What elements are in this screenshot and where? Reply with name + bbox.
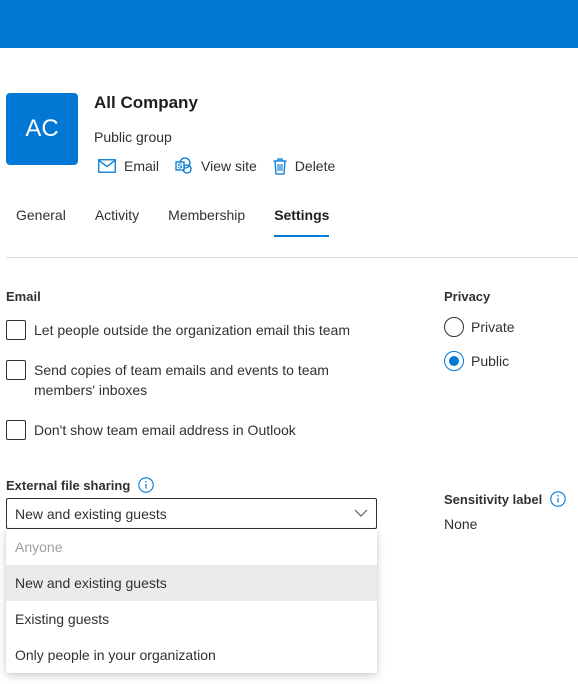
checkbox[interactable] — [6, 320, 26, 340]
view-site-action-button[interactable]: S View site — [175, 157, 257, 175]
sharepoint-icon: S — [175, 157, 192, 174]
avatar-initials: AC — [25, 115, 59, 142]
group-actions: Email S View site Delete — [98, 156, 351, 176]
radio-button[interactable] — [444, 351, 464, 371]
external-sharing-label: External file sharing — [6, 477, 155, 493]
menu-option-anyone: Anyone — [15, 539, 63, 555]
radio-label: Private — [471, 319, 515, 335]
info-icon[interactable] — [138, 477, 155, 493]
tab-settings[interactable]: Settings — [274, 207, 330, 237]
menu-option-new-and-existing-guests[interactable]: New and existing guests — [6, 565, 377, 601]
dropdown-selected-value: New and existing guests — [15, 505, 167, 522]
mail-icon — [98, 159, 116, 173]
privacy-option-private[interactable]: Private — [444, 317, 515, 337]
tab-general[interactable]: General — [16, 207, 66, 237]
checkbox-label: Let people outside the organization emai… — [34, 322, 350, 338]
group-name: All Company — [94, 93, 198, 112]
group-type: Public group — [94, 129, 172, 145]
email-section-title: Email — [6, 289, 41, 304]
checkbox-label: Send copies of team emails and events to… — [34, 362, 329, 398]
radio-button[interactable] — [444, 317, 464, 337]
sensitivity-label: Sensitivity label — [444, 491, 567, 507]
checkbox[interactable] — [6, 360, 26, 380]
svg-text:S: S — [178, 164, 183, 171]
privacy-section-title: Privacy — [444, 289, 491, 304]
delete-action-label: Delete — [294, 158, 336, 174]
tab-activity[interactable]: Activity — [95, 207, 139, 237]
email-option-hide-address[interactable]: Don't show team email address in Outlook — [6, 420, 354, 440]
radio-label: Public — [471, 353, 510, 369]
chevron-down-icon — [354, 509, 368, 517]
external-sharing-title: External file sharing — [6, 477, 131, 493]
sensitivity-value: None — [444, 516, 478, 532]
view-site-action-label: View site — [201, 158, 257, 174]
external-sharing-dropdown[interactable]: New and existing guests — [6, 498, 377, 529]
tabs-divider — [6, 257, 578, 258]
menu-option-existing-guests[interactable]: Existing guests — [6, 601, 377, 637]
delete-action-button[interactable]: Delete — [273, 157, 336, 175]
external-sharing-menu: Anyone New and existing guests Existing … — [6, 529, 377, 673]
email-option-outside[interactable]: Let people outside the organization emai… — [6, 320, 354, 340]
email-action-button[interactable]: Email — [98, 158, 159, 174]
info-icon[interactable] — [550, 491, 567, 507]
settings-tabs: General Activity Membership Settings — [16, 207, 358, 237]
sensitivity-title: Sensitivity label — [444, 491, 543, 507]
top-bar — [0, 0, 578, 48]
checkbox-label: Don't show team email address in Outlook — [34, 422, 296, 438]
tab-membership[interactable]: Membership — [168, 207, 245, 237]
privacy-option-public[interactable]: Public — [444, 351, 509, 371]
email-option-copies[interactable]: Send copies of team emails and events to… — [6, 360, 354, 400]
email-action-label: Email — [124, 158, 160, 174]
group-avatar: AC — [6, 93, 78, 165]
menu-option-only-organization[interactable]: Only people in your organization — [6, 637, 377, 673]
checkbox[interactable] — [6, 420, 26, 440]
trash-icon — [273, 157, 287, 175]
